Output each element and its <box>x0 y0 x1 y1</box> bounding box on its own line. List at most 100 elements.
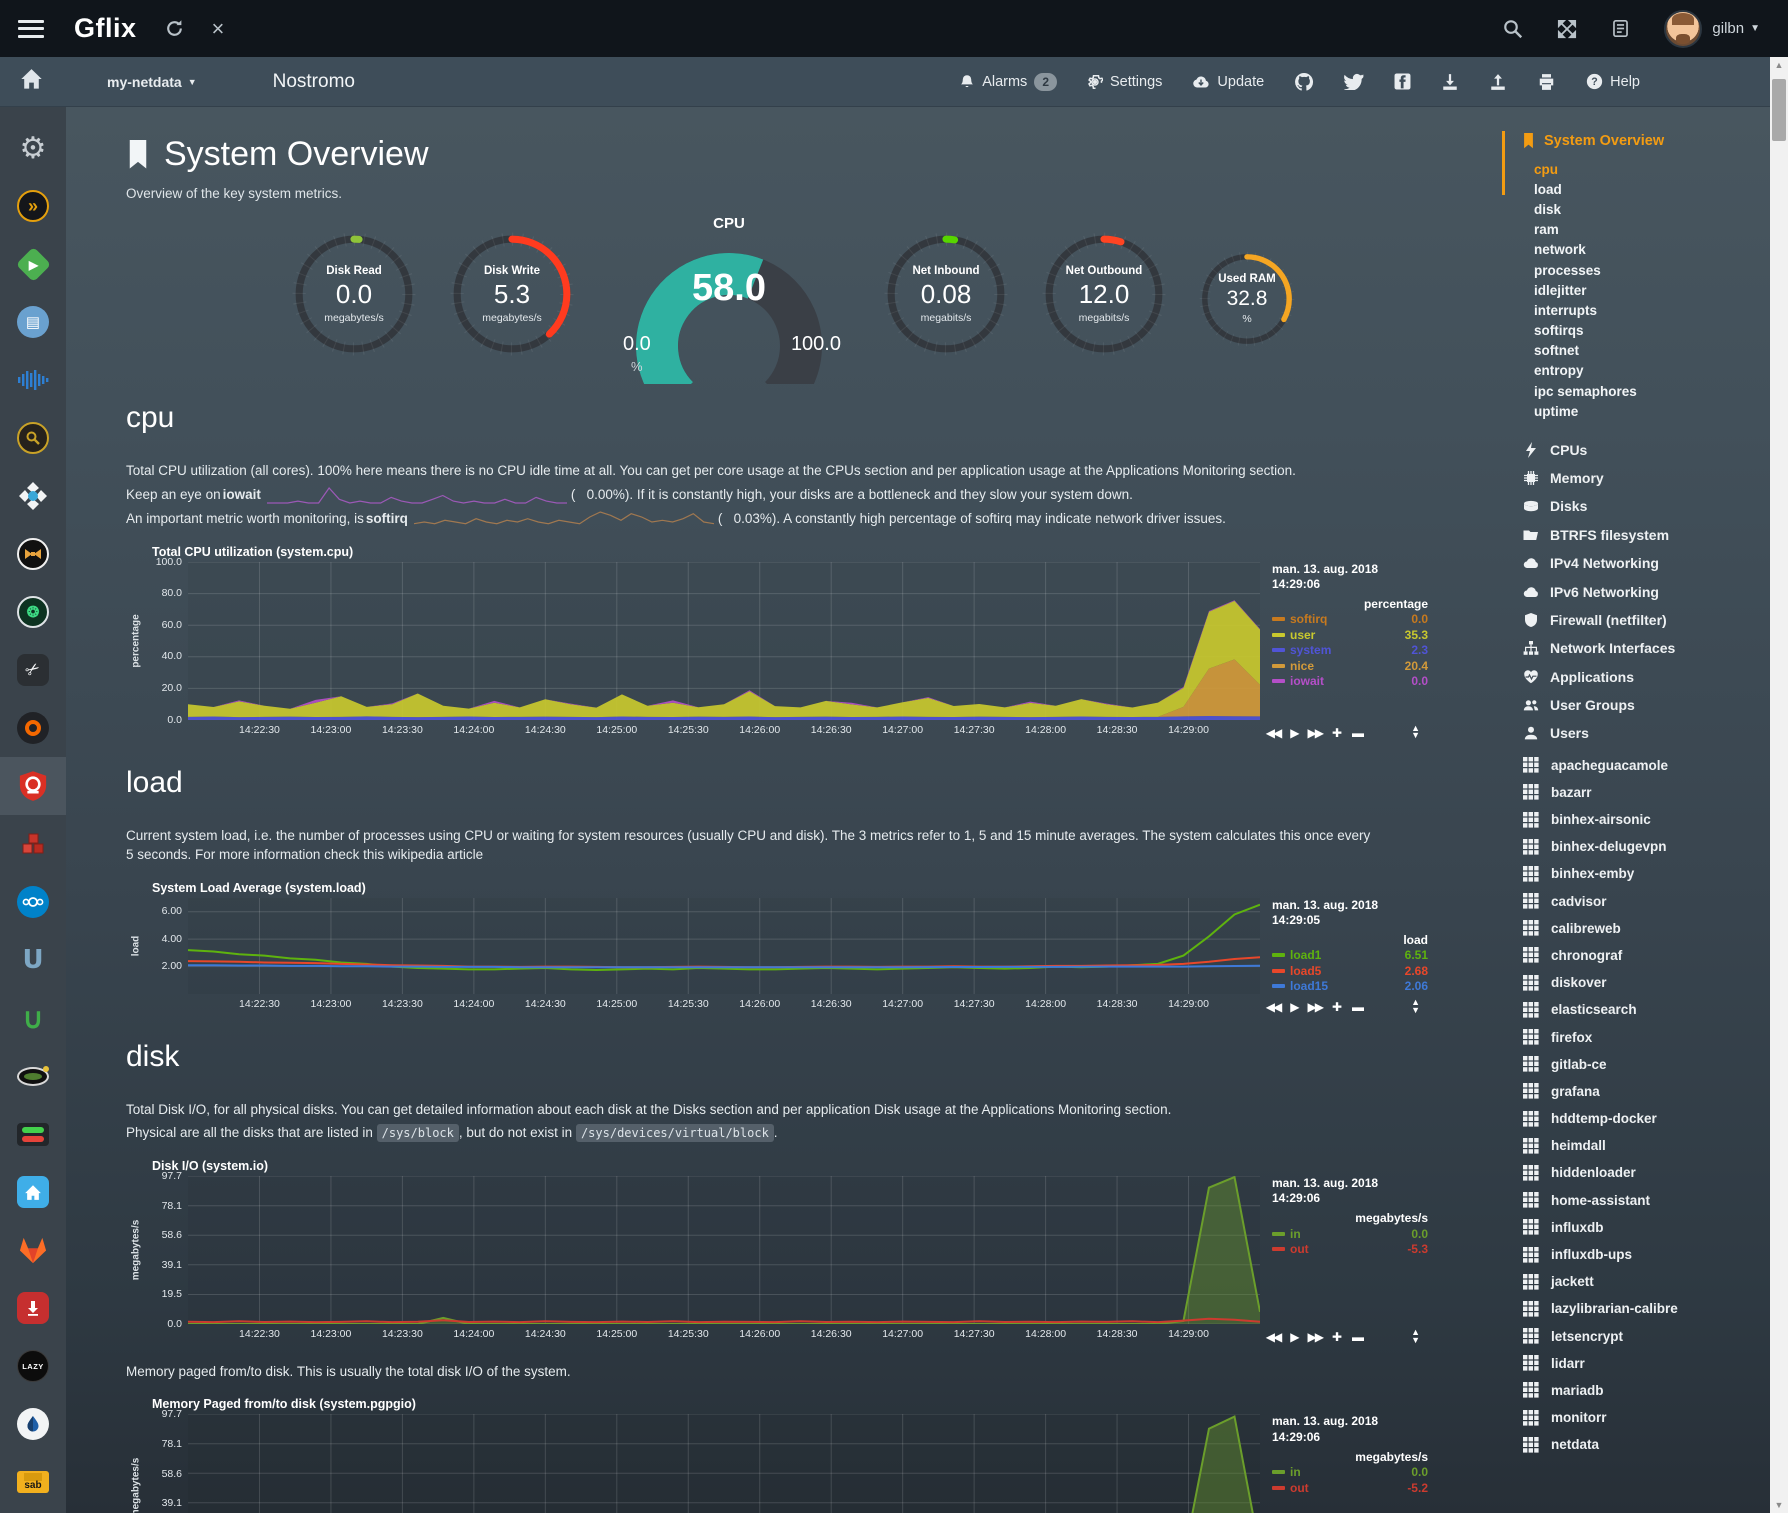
chart-resize-handle[interactable]: ▲▼ <box>1411 999 1420 1013</box>
sidebar-app-lidarr[interactable]: lidarr <box>1522 1350 1760 1377</box>
sidebar-link-idlejitter[interactable]: idlejitter <box>1524 280 1760 300</box>
gauge-net-inbound[interactable]: Net Inbound0.08megabits/s <box>881 229 1011 359</box>
help-button[interactable]: ? Help <box>1586 73 1640 90</box>
airsonic-soundwave-icon[interactable] <box>0 351 66 409</box>
search-icon[interactable] <box>1503 19 1523 39</box>
scroll-down-arrow[interactable]: ▼ <box>1770 1497 1788 1513</box>
sidebar-app-influxdb[interactable]: influxdb <box>1522 1214 1760 1241</box>
grafana-icon[interactable] <box>0 699 66 757</box>
pan-right-icon[interactable]: ▶▶ <box>1307 1330 1321 1344</box>
gauge-net-outbound[interactable]: Net Outbound12.0megabits/s <box>1039 229 1169 359</box>
sidebar-section-users[interactable]: Users <box>1522 719 1760 747</box>
zoom-in-icon[interactable]: ✚ <box>1332 726 1342 740</box>
pan-left-icon[interactable]: ◀◀ <box>1266 1000 1280 1014</box>
sidebar-section-applications[interactable]: Applications <box>1522 662 1760 690</box>
legend-softirq[interactable]: softirq0.0 <box>1272 612 1428 626</box>
sidebar-app-jackett[interactable]: jackett <box>1522 1268 1760 1295</box>
home-assistant-icon[interactable] <box>0 1163 66 1221</box>
export-icon[interactable] <box>1489 73 1507 91</box>
legend-system[interactable]: system2.3 <box>1272 643 1428 657</box>
sidebar-app-binhex-emby[interactable]: binhex-emby <box>1522 860 1760 887</box>
sidebar-section-btrfs-filesystem[interactable]: BTRFS filesystem <box>1522 521 1760 549</box>
library-app-icon[interactable]: ▤ <box>0 293 66 351</box>
zoom-out-icon[interactable]: ▬ <box>1352 726 1364 740</box>
sidebar-section-ipv6-networking[interactable]: IPv6 Networking <box>1522 577 1760 605</box>
gitlab-icon[interactable] <box>0 1221 66 1279</box>
page-scrollbar[interactable]: ▲ ▼ <box>1770 57 1788 1513</box>
disk-chart[interactable]: Disk I/O (system.io) megabytes/s 97.778.… <box>128 1159 1428 1344</box>
sidebar-link-interrupts[interactable]: interrupts <box>1524 300 1760 320</box>
lazylibrarian-icon[interactable]: LAZY <box>0 1337 66 1395</box>
sidebar-app-elasticsearch[interactable]: elasticsearch <box>1522 996 1760 1023</box>
sidebar-link-entropy[interactable]: entropy <box>1524 361 1760 381</box>
close-tab-icon[interactable]: × <box>212 18 225 40</box>
sidebar-app-firefox[interactable]: firefox <box>1522 1023 1760 1050</box>
alarms-button[interactable]: Alarms 2 <box>959 73 1057 91</box>
legend-iowait[interactable]: iowait0.0 <box>1272 674 1428 688</box>
sidebar-section-firewall-netfilter-[interactable]: Firewall (netfilter) <box>1522 606 1760 634</box>
fullscreen-icon[interactable] <box>1557 19 1577 39</box>
softirq-sparkline[interactable] <box>414 509 714 529</box>
iowait-sparkline[interactable] <box>267 485 567 505</box>
play-icon[interactable]: ▶ <box>1290 726 1297 740</box>
monitorr-status-icon[interactable] <box>0 1105 66 1163</box>
sidebar-section-network-interfaces[interactable]: Network Interfaces <box>1522 634 1760 662</box>
twitter-icon[interactable] <box>1344 73 1364 90</box>
sidebar-link-ipc-semaphores[interactable]: ipc semaphores <box>1524 381 1760 401</box>
gauge-disk-read[interactable]: Disk Read0.0megabytes/s <box>289 229 419 359</box>
jackett-search-icon[interactable] <box>0 409 66 467</box>
sidebar-app-diskover[interactable]: diskover <box>1522 969 1760 996</box>
sidebar-app-chronograf[interactable]: chronograf <box>1522 942 1760 969</box>
sidebar-section-user-groups[interactable]: User Groups <box>1522 691 1760 719</box>
pan-right-icon[interactable]: ▶▶ <box>1307 1000 1321 1014</box>
update-button[interactable]: Update <box>1192 74 1264 90</box>
changelog-icon[interactable] <box>1611 19 1630 38</box>
green-u-app-icon[interactable]: ∪ <box>0 989 66 1047</box>
cpu-chart[interactable]: Total CPU utilization (system.cpu) perce… <box>128 545 1428 740</box>
sidebar-system-overview[interactable]: System Overview <box>1522 133 1760 149</box>
sidebar-app-monitorr[interactable]: monitorr <box>1522 1404 1760 1431</box>
zoom-in-icon[interactable]: ✚ <box>1332 1000 1342 1014</box>
play-icon[interactable]: ▶ <box>1290 1330 1297 1344</box>
play-icon[interactable]: ▶ <box>1290 1000 1297 1014</box>
sidebar-app-calibreweb[interactable]: calibreweb <box>1522 915 1760 942</box>
sidebar-app-letsencrypt[interactable]: letsencrypt <box>1522 1323 1760 1350</box>
cross-petals-app-icon[interactable] <box>0 467 66 525</box>
droplet-app-icon[interactable] <box>0 1395 66 1453</box>
legend-out[interactable]: out-5.3 <box>1272 1242 1428 1256</box>
pan-right-icon[interactable]: ▶▶ <box>1307 726 1321 740</box>
sidebar-link-softnet[interactable]: softnet <box>1524 341 1760 361</box>
home-icon[interactable] <box>20 68 43 95</box>
sidebar-section-ipv4-networking[interactable]: IPv4 Networking <box>1522 549 1760 577</box>
zoom-out-icon[interactable]: ▬ <box>1352 1000 1364 1014</box>
legend-in[interactable]: in0.0 <box>1272 1227 1428 1241</box>
jdownloader-icon[interactable] <box>0 1279 66 1337</box>
facebook-icon[interactable] <box>1394 73 1411 90</box>
sidebar-link-disk[interactable]: disk <box>1524 199 1760 219</box>
user-avatar[interactable] <box>1664 10 1702 48</box>
import-icon[interactable] <box>1441 73 1459 91</box>
host-dropdown[interactable]: my-netdata ▼ <box>107 74 197 90</box>
sidebar-app-lazylibrarian-calibre[interactable]: lazylibrarian-calibre <box>1522 1295 1760 1322</box>
sidebar-link-processes[interactable]: processes <box>1524 260 1760 280</box>
scroll-up-arrow[interactable]: ▲ <box>1770 57 1788 73</box>
cubes-app-icon[interactable] <box>0 815 66 873</box>
hamburger-menu-icon[interactable] <box>18 20 44 38</box>
sidebar-app-home-assistant[interactable]: home-assistant <box>1522 1187 1760 1214</box>
sidebar-settings-gear-icon[interactable]: ⚙ <box>0 119 66 177</box>
user-menu[interactable]: gilbn ▼ <box>1712 20 1760 37</box>
unifi-icon[interactable]: U <box>0 931 66 989</box>
legend-load5[interactable]: load52.68 <box>1272 964 1428 978</box>
legend-load15[interactable]: load152.06 <box>1272 979 1428 993</box>
sidebar-app-influxdb-ups[interactable]: influxdb-ups <box>1522 1241 1760 1268</box>
zoom-out-icon[interactable]: ▬ <box>1352 1330 1364 1344</box>
sidebar-link-softirqs[interactable]: softirqs <box>1524 321 1760 341</box>
sidebar-link-load[interactable]: load <box>1524 179 1760 199</box>
sidebar-app-cadvisor[interactable]: cadvisor <box>1522 888 1760 915</box>
scissors-app-icon[interactable]: ✂ <box>0 641 66 699</box>
pgpgio-chart[interactable]: Memory Paged from/to disk (system.pgpgio… <box>128 1397 1428 1513</box>
legend-user[interactable]: user35.3 <box>1272 628 1428 642</box>
plex-icon[interactable]: » <box>0 177 66 235</box>
bowtie-app-icon[interactable] <box>0 525 66 583</box>
sidebar-app-grafana[interactable]: grafana <box>1522 1078 1760 1105</box>
